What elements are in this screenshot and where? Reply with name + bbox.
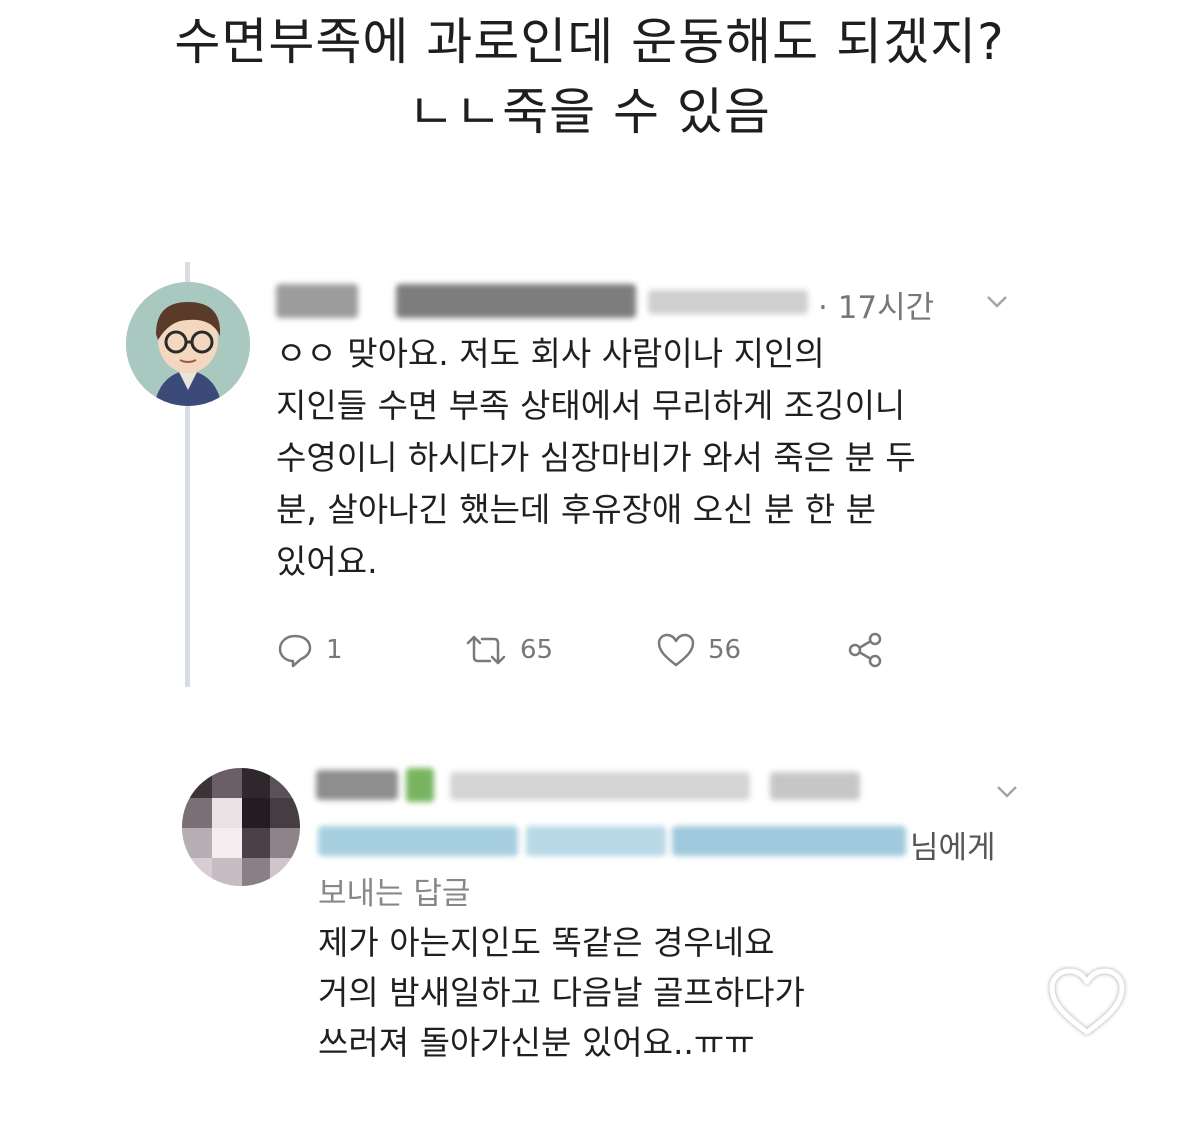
tweet-line: ㅇㅇ 맞아요. 저도 회사 사람이나 지인의 [276,334,825,373]
tweet-line: 분, 살아나긴 했는데 후유장애 오신 분 한 분 [276,490,877,529]
avatar[interactable] [126,282,250,406]
heart-outline-icon[interactable] [1046,966,1128,1038]
reply-count: 1 [326,635,343,665]
tweet-line: 지인들 수면 부족 상태에서 무리하게 조깅이니 [276,386,906,425]
reply-label: 보내는 답글 [318,876,471,912]
tweet-body: ㅇㅇ 맞아요. 저도 회사 사람이나 지인의 지인들 수면 부족 상태에서 무리… [276,328,1036,588]
tweet-timestamp[interactable]: · 17시간 [818,282,934,327]
reply-line: 거의 밤새일하고 다음날 골프하다가 [318,973,805,1012]
reply-action[interactable]: 1 [276,630,343,670]
reply-line: 제가 아는지인도 똑같은 경우네요 [318,923,775,962]
heart-icon[interactable] [656,632,696,668]
like-count: 56 [708,635,742,665]
retweet-icon[interactable] [464,633,508,667]
retweet-count: 65 [520,635,554,665]
reply-recipient-suffix: 님에게 [910,830,996,866]
retweet-action[interactable]: 65 [464,630,553,670]
tweet-line: 있어요. [276,542,378,581]
tweet-line: 수영이니 하시다가 심장마비가 와서 죽은 분 두 [276,438,916,477]
headline-line-1: 수면부족에 과로인데 운동해도 되겠지? [174,13,1005,71]
reply-avatar[interactable] [182,768,300,886]
reply-body: 제가 아는지인도 똑같은 경우네요 거의 밤새일하고 다음날 골프하다가 쓰러져… [318,918,805,1068]
headline-line-2: ㄴㄴ죽을 수 있음 [408,83,771,141]
like-action[interactable]: 56 [656,630,741,670]
share-action[interactable] [846,630,884,670]
share-icon[interactable] [846,632,884,668]
chevron-down-icon[interactable] [996,780,1018,805]
comment-icon[interactable] [276,632,314,668]
chevron-down-icon[interactable] [986,290,1008,315]
reply-line: 쓰러져 돌아가신분 있어요..ㅠㅠ [318,1023,755,1062]
